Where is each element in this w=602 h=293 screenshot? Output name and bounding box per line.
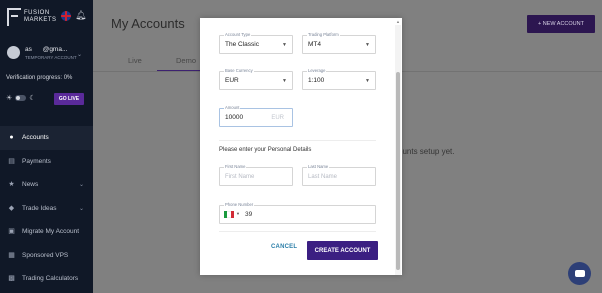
sidebar-item-label: Trade Ideas	[22, 204, 57, 212]
italy-flag-icon[interactable]	[224, 211, 234, 218]
avatar	[7, 46, 20, 59]
scrollbar-thumb[interactable]	[396, 72, 400, 270]
sidebar-item-label: News	[22, 181, 39, 189]
section-divider	[219, 231, 376, 232]
dropdown-arrow-icon: ▼	[282, 42, 287, 48]
last-name-placeholder: Last Name	[308, 174, 338, 180]
last-name-input[interactable]: Last Name Last Name	[302, 164, 376, 186]
sidebar-item-accounts[interactable]: ● Accounts	[0, 126, 93, 150]
leverage-label: Leverage	[307, 68, 327, 73]
sidebar-item-migrate[interactable]: ▣ Migrate My Account	[0, 220, 93, 244]
base-currency-select[interactable]: Base Currency EUR ▼	[219, 68, 293, 90]
user-name: as	[25, 46, 32, 53]
chevron-down-icon[interactable]: ⌄	[77, 51, 82, 58]
user-account-type: TEMPORARY ACCOUNT	[25, 55, 77, 60]
first-name-label: First Name	[224, 164, 247, 169]
phone-label: Phone Number	[224, 202, 255, 207]
theme-toggle[interactable]: ☀ ☾	[6, 94, 36, 102]
user-email: @gma...	[42, 46, 68, 53]
sidebar-item-label: Trading Calculators	[22, 275, 79, 283]
account-type-label: Account Type	[224, 32, 252, 37]
star-icon: ★	[8, 181, 15, 189]
go-live-button[interactable]: GO LIVE	[54, 93, 84, 105]
trading-platform-select[interactable]: Trading Platform MT4 ▼	[302, 32, 376, 54]
sidebar-item-payments[interactable]: ▤ Payments	[0, 150, 93, 174]
logo-text-line1: FUSION	[24, 10, 50, 16]
phone-value: 39	[245, 211, 253, 218]
sidebar-item-label: Migrate My Account	[22, 228, 80, 236]
amount-label: Amount	[224, 105, 241, 110]
leverage-value: 1:100	[308, 77, 325, 84]
logo-text-line2: MARKETS	[24, 17, 57, 23]
dropdown-arrow-icon: ▼	[282, 78, 287, 84]
amount-currency-suffix: EUR	[271, 115, 284, 121]
bulb-icon: ◆	[8, 204, 15, 212]
chevron-down-icon: ⌄	[78, 205, 84, 212]
calculator-icon: ▩	[8, 275, 15, 283]
sidebar: FUSION MARKETS 🔔︎ as @gma... TEMPORARY A…	[0, 0, 93, 293]
new-account-button[interactable]: + NEW ACCOUNT	[527, 15, 595, 33]
theme-switch[interactable]	[15, 95, 27, 101]
account-type-select[interactable]: Account Type The Classic ▼	[219, 32, 293, 54]
amount-input[interactable]: Amount 10000 EUR	[219, 105, 293, 127]
section-divider	[219, 140, 376, 141]
base-currency-value: EUR	[225, 77, 239, 84]
sun-icon: ☀	[6, 95, 13, 102]
moon-icon: ☾	[29, 95, 36, 102]
sidebar-item-news[interactable]: ★ News ⌄	[0, 173, 93, 197]
amount-value: 10000	[225, 114, 244, 121]
migrate-icon: ▣	[8, 228, 15, 236]
scroll-up-icon[interactable]: ▲	[396, 19, 400, 24]
modal-scrollbar[interactable]	[395, 25, 401, 275]
tab-live[interactable]: Live	[128, 56, 142, 65]
sidebar-item-trade-ideas[interactable]: ◆ Trade Ideas ⌄	[0, 197, 93, 221]
first-name-placeholder: First Name	[225, 174, 255, 180]
new-account-modal: ▲ Account Type The Classic ▼ Trading Pla…	[200, 18, 402, 275]
chevron-down-icon[interactable]: ▼	[236, 211, 240, 216]
phone-input[interactable]: Phone Number ▼ 39	[219, 202, 376, 224]
base-currency-label: Base Currency	[224, 68, 254, 73]
trading-platform-label: Trading Platform	[307, 32, 340, 37]
server-icon: ▦	[8, 251, 15, 259]
sidebar-nav: ● Accounts ▤ Payments ★ News ⌄ ◆ Trade I…	[0, 126, 93, 291]
fusion-markets-logo[interactable]: FUSION MARKETS	[7, 8, 57, 26]
dropdown-arrow-icon: ▼	[365, 78, 370, 84]
account-type-value: The Classic	[225, 41, 259, 48]
last-name-label: Last Name	[307, 164, 330, 169]
verification-progress: Verification progress: 0%	[6, 75, 73, 81]
chat-button[interactable]	[568, 262, 591, 285]
dropdown-arrow-icon: ▼	[365, 42, 370, 48]
tab-demo[interactable]: Demo	[176, 56, 196, 65]
sidebar-item-label: Accounts	[22, 134, 49, 142]
logo-mark-icon	[7, 8, 21, 26]
personal-details-title: Please enter your Personal Details	[219, 147, 312, 153]
sidebar-item-vps[interactable]: ▦ Sponsored VPS	[0, 244, 93, 268]
leverage-select[interactable]: Leverage 1:100 ▼	[302, 68, 376, 90]
card-icon: ▤	[8, 157, 15, 165]
bell-icon[interactable]: 🔔︎	[75, 10, 86, 20]
chevron-down-icon: ⌄	[78, 182, 84, 189]
first-name-input[interactable]: First Name First Name	[219, 164, 293, 186]
sidebar-item-calculators[interactable]: ▩ Trading Calculators	[0, 267, 93, 291]
page-title: My Accounts	[111, 16, 185, 31]
create-account-button[interactable]: CREATE ACCOUNT	[307, 241, 378, 260]
empty-state-text: ounts setup yet.	[398, 147, 455, 156]
trading-platform-value: MT4	[308, 41, 321, 48]
user-icon: ●	[9, 134, 14, 142]
sidebar-item-label: Payments	[22, 157, 51, 165]
uk-flag-icon[interactable]	[61, 11, 71, 21]
cancel-button[interactable]: CANCEL	[271, 244, 297, 250]
sidebar-item-label: Sponsored VPS	[22, 251, 69, 259]
chat-icon	[574, 270, 585, 277]
